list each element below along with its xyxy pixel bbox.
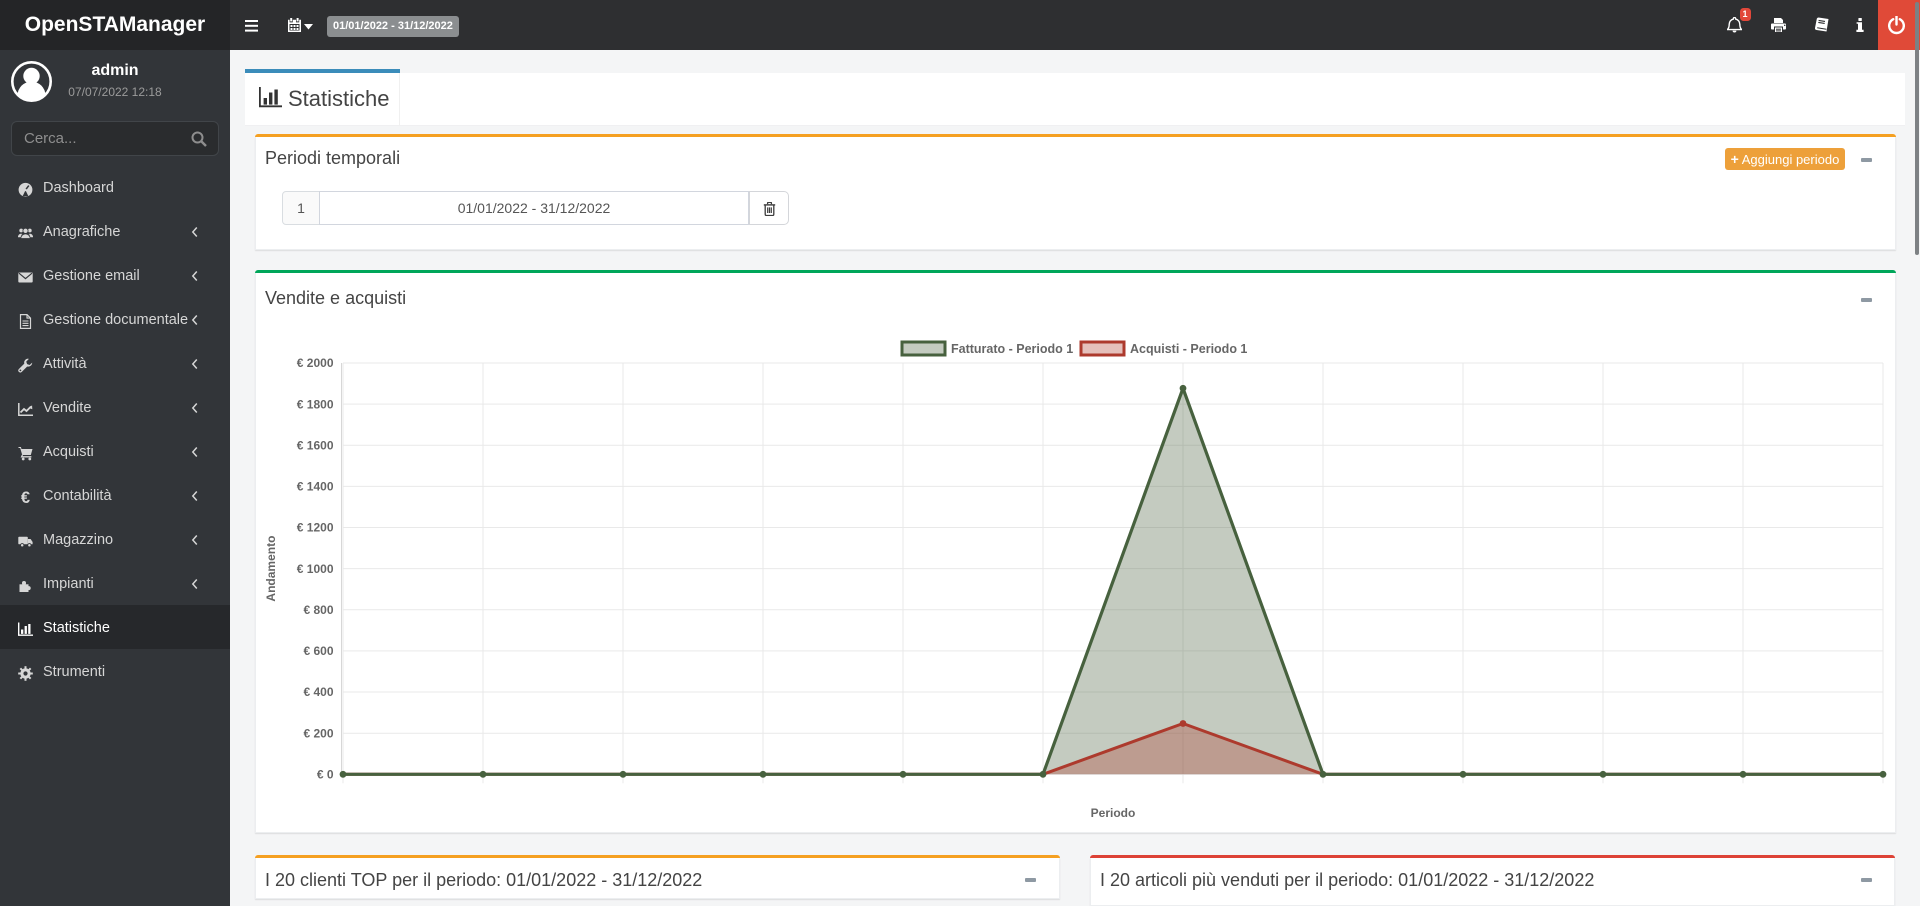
svg-text:Andamento: Andamento xyxy=(264,536,278,602)
svg-text:Periodo: Periodo xyxy=(1091,806,1136,820)
svg-text:€ 2000: € 2000 xyxy=(297,356,334,370)
svg-text:€ 1200: € 1200 xyxy=(297,521,334,535)
svg-text:€ 800: € 800 xyxy=(303,603,333,617)
svg-text:€ 400: € 400 xyxy=(303,685,333,699)
svg-text:€ 1800: € 1800 xyxy=(297,397,334,411)
svg-text:€ 0: € 0 xyxy=(317,768,334,782)
svg-text:€ 1600: € 1600 xyxy=(297,439,334,453)
svg-text:Acquisti - Periodo 1: Acquisti - Periodo 1 xyxy=(1130,342,1247,356)
svg-text:Fatturato - Periodo 1: Fatturato - Periodo 1 xyxy=(951,342,1073,356)
svg-text:€ 1400: € 1400 xyxy=(297,480,334,494)
svg-text:€ 200: € 200 xyxy=(303,726,333,740)
svg-text:€ 1000: € 1000 xyxy=(297,562,334,576)
svg-text:€: € xyxy=(21,490,30,505)
svg-text:€ 600: € 600 xyxy=(303,644,333,658)
